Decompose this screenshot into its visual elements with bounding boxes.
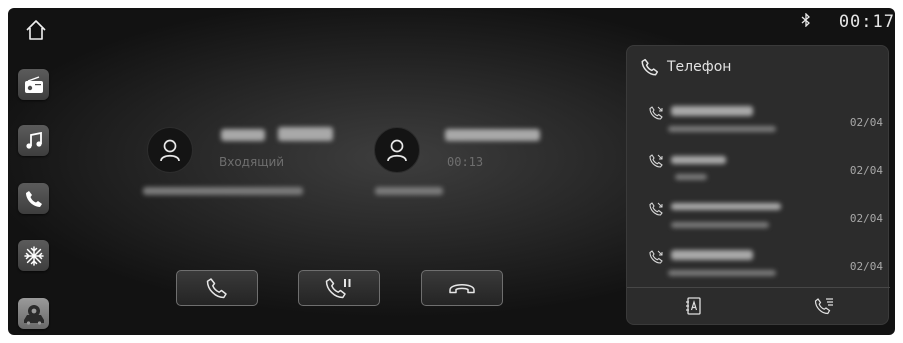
- climate-button[interactable]: [18, 240, 49, 271]
- missed-call-icon: [649, 202, 663, 216]
- panel-header: Телефон: [641, 58, 731, 76]
- status-bar: 00:17: [801, 12, 895, 32]
- hold-button[interactable]: [298, 270, 380, 306]
- recent-call-row[interactable]: 02/04: [627, 145, 890, 193]
- caller-name-redacted: [221, 129, 265, 141]
- answer-button[interactable]: [176, 270, 258, 306]
- bluetooth-icon: [801, 12, 811, 31]
- contact-number-redacted: [668, 126, 776, 132]
- person-icon: [387, 139, 407, 162]
- contacts-button[interactable]: [627, 288, 759, 324]
- radio-button[interactable]: [18, 69, 49, 100]
- contact-name-redacted: [671, 203, 781, 210]
- phone-icon: [25, 190, 42, 207]
- missed-call-icon: [649, 250, 663, 264]
- call-date: 02/04: [849, 212, 883, 225]
- sidebar: [8, 8, 60, 335]
- phone-icon: [641, 58, 659, 76]
- phone-answer-icon: [206, 278, 227, 299]
- contact-number-redacted: [675, 174, 707, 180]
- caller-avatar: [147, 127, 193, 173]
- snowflake-icon: [23, 245, 44, 266]
- phone-pause-icon: [325, 278, 351, 299]
- caller-number-redacted: [143, 187, 303, 195]
- contact-number-redacted: [671, 222, 769, 228]
- recent-call-row[interactable]: 02/04: [627, 193, 890, 241]
- radio-icon: [24, 75, 43, 93]
- music-note-icon: [25, 131, 42, 149]
- recent-call-row[interactable]: 02/04: [627, 241, 890, 289]
- contacts-icon: [685, 297, 701, 315]
- car-gear-icon: [23, 304, 44, 325]
- screen: Входящий 00:13 00:17 Телефон 02/04 02/04…: [8, 8, 895, 335]
- call-date: 02/04: [849, 116, 883, 129]
- phone-panel: Телефон 02/04 02/04 02/04 02/04: [626, 45, 890, 325]
- call-date: 02/04: [849, 260, 883, 273]
- contact-number-redacted: [668, 270, 776, 276]
- home-button[interactable]: [22, 16, 50, 44]
- hang-up-button[interactable]: [421, 270, 503, 306]
- call-log-button[interactable]: [759, 288, 891, 324]
- contact-name-redacted: [671, 250, 753, 260]
- missed-call-icon: [649, 154, 663, 168]
- call-state: Входящий: [219, 155, 285, 169]
- call-log-icon: [815, 298, 834, 315]
- person-icon: [160, 139, 180, 162]
- panel-title: Телефон: [667, 59, 732, 75]
- vehicle-settings-button[interactable]: [18, 298, 49, 329]
- music-button[interactable]: [18, 125, 49, 156]
- panel-footer: [627, 287, 890, 324]
- caller-name-redacted: [278, 127, 333, 141]
- home-icon: [26, 20, 46, 40]
- call-date: 02/04: [849, 164, 883, 177]
- clock: 00:17: [838, 12, 895, 32]
- contact-name-redacted: [671, 156, 726, 164]
- recent-call-row[interactable]: 02/04: [627, 97, 890, 145]
- phone-button[interactable]: [18, 183, 49, 214]
- phone-hangup-icon: [449, 284, 475, 294]
- missed-call-icon: [649, 106, 663, 120]
- contact-name-redacted: [671, 106, 753, 116]
- caller-avatar: [374, 127, 420, 173]
- caller-name-redacted: [445, 129, 540, 141]
- caller-number-redacted: [375, 187, 443, 195]
- call-duration: 00:13: [447, 155, 484, 169]
